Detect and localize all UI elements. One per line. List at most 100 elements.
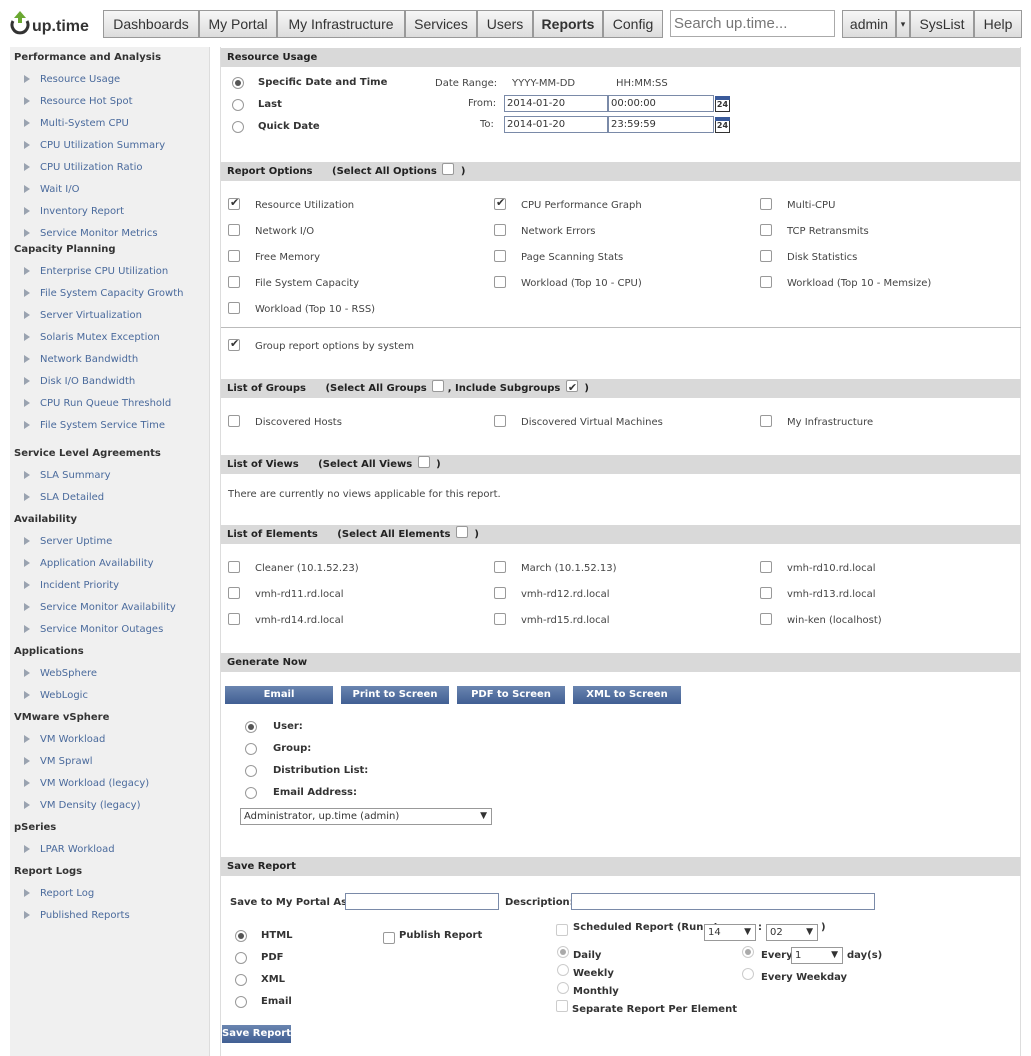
hour-select[interactable]: 14 ▼: [704, 924, 756, 941]
nav-reports[interactable]: Reports: [533, 10, 603, 38]
email-button[interactable]: Email: [225, 686, 333, 704]
scheduled-report-checkbox[interactable]: [556, 924, 568, 936]
option-checkbox[interactable]: [760, 587, 772, 599]
sidebar-item[interactable]: CPU Utilization Summary: [24, 140, 165, 151]
option-checkbox[interactable]: [760, 613, 772, 625]
option-checkbox[interactable]: [228, 587, 240, 599]
option-checkbox[interactable]: [760, 250, 772, 262]
option-checkbox[interactable]: [228, 224, 240, 236]
pdf-to-screen-button[interactable]: PDF to Screen: [457, 686, 565, 704]
sidebar-item[interactable]: Wait I/O: [24, 184, 79, 195]
admin-menu-button[interactable]: admin: [842, 10, 896, 38]
select-all-options-checkbox[interactable]: [442, 163, 455, 175]
sidebar-item[interactable]: Server Uptime: [24, 536, 112, 547]
radio-format-pdf[interactable]: [235, 952, 247, 964]
save-report-button[interactable]: Save Report: [222, 1025, 291, 1043]
nav-config[interactable]: Config: [603, 10, 663, 38]
option-checkbox[interactable]: [494, 196, 506, 210]
uptime-logo[interactable]: up.time: [9, 9, 95, 37]
sidebar-item[interactable]: VM Sprawl: [24, 756, 93, 767]
publish-report-checkbox[interactable]: [383, 932, 395, 944]
nav-help[interactable]: Help: [974, 10, 1022, 38]
to-date-input[interactable]: 2014-01-20: [504, 116, 608, 133]
separate-report-checkbox[interactable]: [556, 1000, 568, 1012]
radio-specific-date[interactable]: [232, 77, 244, 89]
option-checkbox[interactable]: [494, 613, 506, 625]
option-checkbox[interactable]: [494, 276, 506, 288]
from-calendar-icon[interactable]: 24: [715, 96, 730, 112]
include-subgroups-checkbox[interactable]: [565, 378, 578, 397]
from-time-input[interactable]: 00:00:00: [608, 95, 714, 112]
radio-format-xml[interactable]: [235, 974, 247, 986]
nav-dashboards[interactable]: Dashboards: [103, 10, 199, 38]
sidebar-item[interactable]: CPU Run Queue Threshold: [24, 398, 171, 409]
user-select[interactable]: Administrator, up.time (admin) ▼: [240, 808, 492, 825]
sidebar-item[interactable]: VM Workload: [24, 734, 105, 745]
option-checkbox[interactable]: [760, 561, 772, 573]
sidebar-item[interactable]: File System Capacity Growth: [24, 288, 183, 299]
sidebar-item[interactable]: Service Monitor Availability: [24, 602, 176, 613]
nav-my-infrastructure[interactable]: My Infrastructure: [277, 10, 405, 38]
radio-quick-date[interactable]: [232, 121, 244, 133]
select-all-elements-checkbox[interactable]: [455, 526, 468, 538]
option-checkbox[interactable]: [228, 250, 240, 262]
option-checkbox[interactable]: [760, 276, 772, 288]
radio-last[interactable]: [232, 99, 244, 111]
option-checkbox[interactable]: [228, 561, 240, 573]
option-checkbox[interactable]: [760, 198, 772, 210]
radio-email-address[interactable]: [245, 787, 257, 799]
nav-services[interactable]: Services: [405, 10, 477, 38]
sidebar-item[interactable]: SLA Summary: [24, 470, 111, 481]
sidebar-item[interactable]: Network Bandwidth: [24, 354, 138, 365]
option-checkbox[interactable]: [228, 276, 240, 288]
sidebar-item[interactable]: LPAR Workload: [24, 844, 115, 855]
sidebar-item[interactable]: Server Virtualization: [24, 310, 142, 321]
sidebar-item[interactable]: Resource Usage: [24, 74, 120, 85]
sidebar-item[interactable]: Service Monitor Metrics: [24, 228, 158, 239]
sidebar-item[interactable]: Disk I/O Bandwidth: [24, 376, 135, 387]
sidebar-item[interactable]: File System Service Time: [24, 420, 165, 431]
option-checkbox[interactable]: [228, 196, 240, 210]
radio-monthly[interactable]: [557, 982, 569, 994]
minute-select[interactable]: 02 ▼: [766, 924, 818, 941]
sidebar-item[interactable]: Solaris Mutex Exception: [24, 332, 160, 343]
sidebar-item[interactable]: Incident Priority: [24, 580, 119, 591]
option-checkbox[interactable]: [494, 415, 506, 427]
sidebar-item[interactable]: Service Monitor Outages: [24, 624, 163, 635]
sidebar-item[interactable]: SLA Detailed: [24, 492, 104, 503]
to-time-input[interactable]: 23:59:59: [608, 116, 714, 133]
option-checkbox[interactable]: [494, 224, 506, 236]
sidebar-item[interactable]: Report Log: [24, 888, 94, 899]
nav-my-portal[interactable]: My Portal: [199, 10, 277, 38]
to-calendar-icon[interactable]: 24: [715, 117, 730, 133]
sidebar-item[interactable]: VM Workload (legacy): [24, 778, 149, 789]
select-all-views-checkbox[interactable]: [417, 456, 430, 468]
group-by-system-checkbox[interactable]: [228, 337, 240, 351]
search-input[interactable]: Search up.time...: [670, 10, 835, 37]
description-input[interactable]: [571, 893, 875, 910]
radio-daily[interactable]: [557, 946, 569, 958]
option-checkbox[interactable]: [494, 561, 506, 573]
radio-group[interactable]: [245, 743, 257, 755]
option-checkbox[interactable]: [760, 224, 772, 236]
sidebar-item[interactable]: CPU Utilization Ratio: [24, 162, 142, 173]
sidebar-item[interactable]: Resource Hot Spot: [24, 96, 133, 107]
xml-to-screen-button[interactable]: XML to Screen: [573, 686, 681, 704]
option-checkbox[interactable]: [228, 302, 240, 314]
option-checkbox[interactable]: [228, 613, 240, 625]
sidebar-item[interactable]: Enterprise CPU Utilization: [24, 266, 168, 277]
radio-format-email[interactable]: [235, 996, 247, 1008]
radio-every-days[interactable]: [742, 946, 754, 958]
sidebar-item[interactable]: Inventory Report: [24, 206, 124, 217]
radio-format-html[interactable]: [235, 930, 247, 942]
select-all-groups-checkbox[interactable]: [432, 380, 445, 392]
save-portal-input[interactable]: [345, 893, 499, 910]
every-days-select[interactable]: 1 ▼: [791, 947, 843, 964]
radio-every-weekday[interactable]: [742, 968, 754, 980]
option-checkbox[interactable]: [494, 250, 506, 262]
print-to-screen-button[interactable]: Print to Screen: [341, 686, 449, 704]
from-date-input[interactable]: 2014-01-20: [504, 95, 608, 112]
option-checkbox[interactable]: [228, 415, 240, 427]
sidebar-item[interactable]: VM Density (legacy): [24, 800, 140, 811]
nav-syslist[interactable]: SysList: [910, 10, 974, 38]
